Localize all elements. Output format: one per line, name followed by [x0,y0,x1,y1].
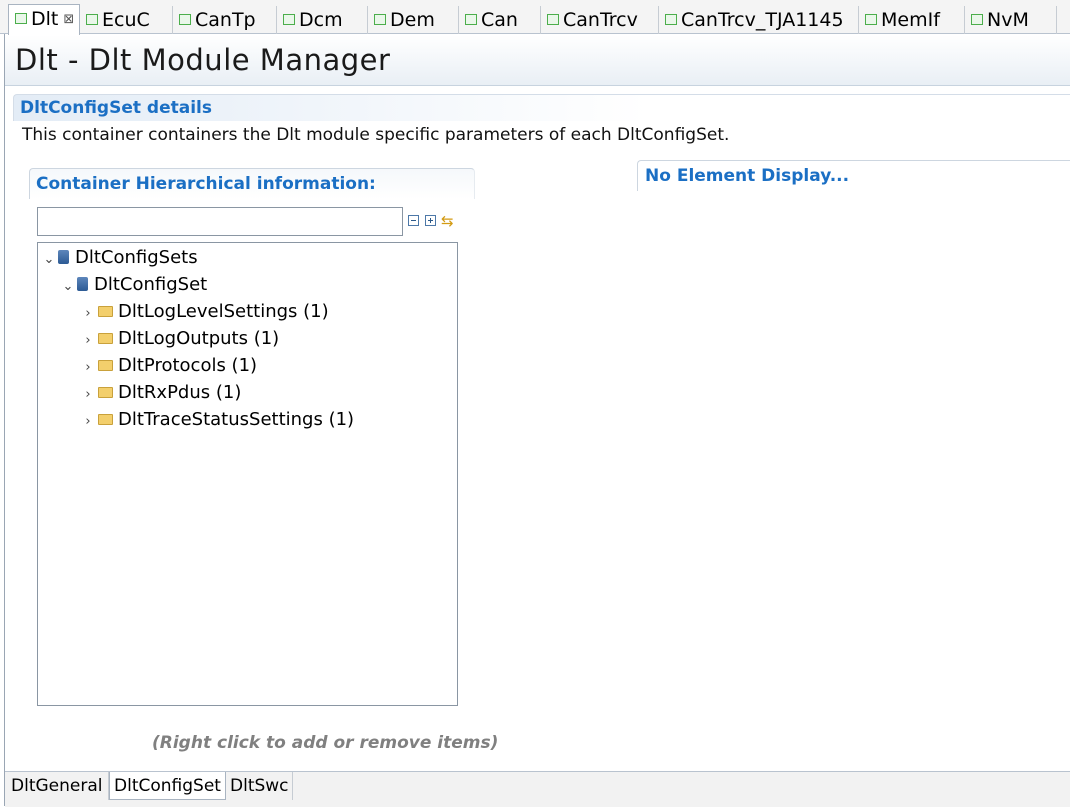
section-description: This container containers the Dlt module… [22,125,730,145]
tree-hint: (Right click to add or remove items) [152,733,499,753]
tab-cantrcv[interactable]: CanTrcv [541,6,659,34]
chevron-right-icon[interactable]: › [81,409,95,435]
module-icon [86,14,98,25]
section-header[interactable]: DltConfigSet details [13,94,1070,121]
tree-node-dltrxpdus[interactable]: › DltRxPdus (1) [81,380,241,406]
editor-tab-bar: Dlt ⊠ EcuC CanTp Dcm Dem Can CanTrcv CanT… [0,0,1070,35]
tree-filter-input[interactable] [37,207,403,236]
tab-dcm[interactable]: Dcm [277,6,368,34]
tree-node-dltloglevelsettings[interactable]: › DltLogLevelSettings (1) [81,299,328,327]
chevron-right-icon[interactable]: › [81,301,95,327]
database-icon [58,250,69,264]
tree-node-dlttracestatussettings[interactable]: › DltTraceStatusSettings (1) [81,407,354,433]
folder-icon [98,414,113,425]
hierarchy-panel-header: Container Hierarchical information: [29,168,475,199]
module-icon [283,14,295,25]
sync-icon[interactable]: ⇆ [441,212,454,230]
tree-node-dltprotocols[interactable]: › DltProtocols (1) [81,353,257,379]
tab-ecuc[interactable]: EcuC [80,6,173,34]
chevron-right-icon[interactable]: › [81,328,95,354]
folder-icon [98,306,113,317]
module-icon [547,14,559,25]
folder-icon [98,387,113,398]
module-icon [179,14,191,25]
tab-dem[interactable]: Dem [368,6,459,34]
tab-dltswc[interactable]: DltSwc [226,772,293,800]
page-tab-bar: DltGeneral DltConfigSet DltSwc [5,771,1070,807]
tab-cantp[interactable]: CanTp [173,6,277,34]
editor-border [4,34,5,806]
editor-header: Dlt - Dlt Module Manager [5,35,1070,86]
tab-dltgeneral[interactable]: DltGeneral [7,772,109,800]
tab-can[interactable]: Can [459,6,541,34]
chevron-down-icon[interactable]: ⌄ [42,247,56,273]
tab-cantrcv-tja1145[interactable]: CanTrcv_TJA1145 [659,6,859,34]
expand-all-icon[interactable] [425,215,436,226]
tree-node-dltconfigsets[interactable]: ⌄ DltConfigSets [42,245,198,271]
tab-memif[interactable]: MemIf [859,6,965,34]
module-icon [15,13,27,24]
details-panel-title: No Element Display... [645,166,850,186]
module-icon [665,14,677,25]
tree-node-dltconfigset[interactable]: ⌄ DltConfigSet [61,272,208,300]
page-title: Dlt - Dlt Module Manager [15,43,391,77]
chevron-right-icon[interactable]: › [81,382,95,408]
database-icon [77,277,88,291]
module-icon [374,14,386,25]
details-panel-header: No Element Display... [637,160,1070,191]
module-icon [465,14,477,25]
tab-nvm[interactable]: NvM [965,6,1057,34]
tab-dltconfigset[interactable]: DltConfigSet [109,772,226,800]
tab-dlt[interactable]: Dlt ⊠ [8,4,80,35]
close-icon[interactable]: ⊠ [63,12,74,27]
folder-icon [98,333,113,344]
folder-icon [98,360,113,371]
chevron-down-icon[interactable]: ⌄ [61,274,75,300]
collapse-all-icon[interactable] [408,215,419,226]
container-tree[interactable]: ⌄ DltConfigSets ⌄ DltConfigSet › DltLogLeve… [37,242,458,706]
chevron-right-icon[interactable]: › [81,355,95,381]
tree-node-dltlogoutputs[interactable]: › DltLogOutputs (1) [81,326,279,352]
section-title: DltConfigSet details [20,98,212,118]
hierarchy-panel-title: Container Hierarchical information: [36,174,376,194]
module-icon [971,14,983,25]
module-icon [865,14,877,25]
